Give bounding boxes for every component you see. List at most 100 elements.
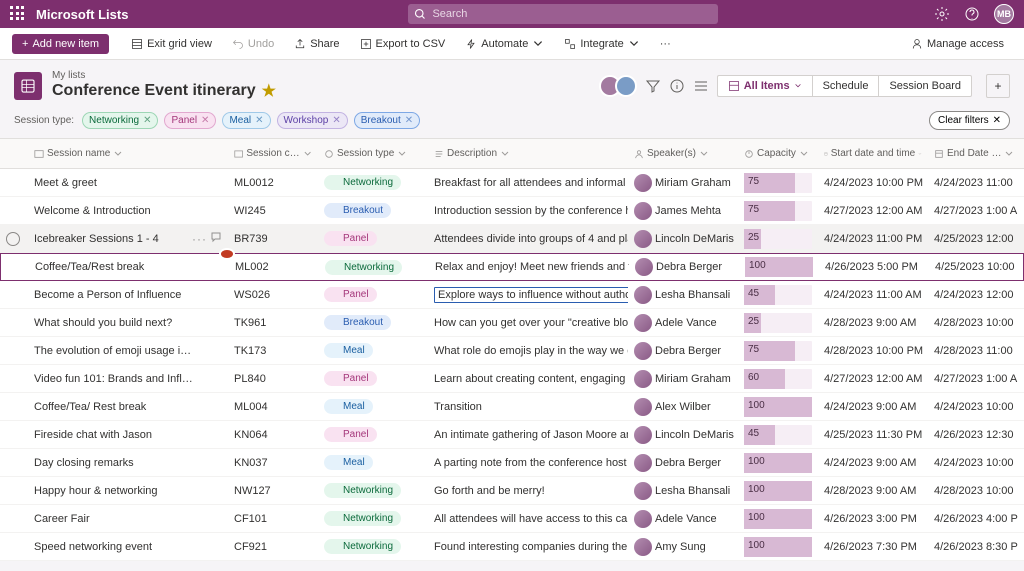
cell-end-date[interactable]: 4/26/2023 8:30 P [928, 541, 1024, 553]
capacity-bar[interactable]: 75 [744, 173, 812, 193]
cell-end-date[interactable]: 4/24/2023 12:00 [928, 289, 1024, 301]
view-session-board[interactable]: Session Board [878, 75, 972, 97]
cell-session-code[interactable]: WI245 [228, 205, 318, 217]
cell-speaker[interactable]: Lincoln DeMaris [655, 233, 734, 245]
cell-session-code[interactable]: TK173 [228, 345, 318, 357]
view-schedule[interactable]: Schedule [812, 75, 879, 97]
cell-description[interactable]: Learn about creating content, engaging f… [428, 373, 628, 385]
close-icon[interactable]: ✕ [201, 115, 209, 126]
cell-session-code[interactable]: ML004 [228, 401, 318, 413]
cell-speaker[interactable]: Lesha Bhansali [655, 485, 730, 497]
cell-speaker[interactable]: Alex Wilber [655, 401, 711, 413]
cell-session-code[interactable]: KN037 [228, 457, 318, 469]
cell-description[interactable]: Go forth and be merry! [428, 485, 628, 497]
session-type-pill[interactable]: Panel [324, 427, 377, 442]
capacity-bar[interactable]: 100 [744, 453, 812, 473]
cell-speaker[interactable]: Amy Sung [655, 541, 706, 553]
cell-description[interactable]: What role do emojis play in the way we e… [428, 345, 628, 357]
cell-description[interactable]: Explore ways to influence without author… [428, 287, 628, 303]
cell-speaker[interactable]: Debra Berger [656, 261, 722, 273]
cell-description[interactable]: All attendees will have access to this c… [428, 513, 628, 525]
col-description[interactable]: Description [428, 148, 628, 159]
cell-end-date[interactable]: 4/26/2023 12:30 [928, 429, 1024, 441]
help-icon[interactable] [964, 6, 980, 22]
table-row[interactable]: Meet & greetML0012NetworkingBreakfast fo… [0, 169, 1024, 197]
session-type-pill[interactable]: Panel [324, 231, 377, 246]
cell-end-date[interactable]: 4/24/2023 10:00 [928, 401, 1024, 413]
cell-description[interactable]: A parting note from the conference host … [428, 457, 628, 469]
cell-start-date[interactable]: 4/25/2023 11:30 PM [818, 429, 928, 441]
cell-description[interactable]: Introduction session by the conference h… [428, 205, 628, 217]
cell-speaker[interactable]: Miriam Graham [655, 177, 731, 189]
cell-session-code[interactable]: WS026 [228, 289, 318, 301]
cell-session-name[interactable]: Coffee/Tea/Rest break [35, 261, 144, 273]
overflow-button[interactable]: ··· [652, 34, 679, 54]
capacity-bar[interactable]: 60 [744, 369, 812, 389]
cell-end-date[interactable]: 4/26/2023 4:00 P [928, 513, 1024, 525]
cell-start-date[interactable]: 4/26/2023 5:00 PM [819, 261, 929, 273]
close-icon[interactable]: ✕ [255, 115, 263, 126]
cell-start-date[interactable]: 4/26/2023 7:30 PM [818, 541, 928, 553]
cell-start-date[interactable]: 4/26/2023 3:00 PM [818, 513, 928, 525]
cell-session-name[interactable]: Career Fair [34, 513, 90, 525]
capacity-bar[interactable]: 100 [744, 481, 812, 501]
table-row[interactable]: Speed networking eventCF921NetworkingFou… [0, 533, 1024, 561]
session-type-pill[interactable]: Networking [324, 539, 401, 554]
add-new-item-button[interactable]: +Add new item [12, 34, 109, 54]
cell-session-code[interactable]: ML0012 [228, 177, 318, 189]
cell-session-name[interactable]: Become a Person of Influence [34, 289, 181, 301]
table-row[interactable]: Become a Person of InfluenceWS026PanelEx… [0, 281, 1024, 309]
cell-session-name[interactable]: Welcome & Introduction [34, 205, 151, 217]
table-row[interactable]: What should you build next?TK961Breakout… [0, 309, 1024, 337]
cell-description[interactable]: Relax and enjoy! Meet new friends and ta… [429, 261, 629, 273]
capacity-bar[interactable]: 100 [744, 397, 812, 417]
capacity-bar[interactable]: 75 [744, 201, 812, 221]
session-type-pill[interactable]: Breakout [324, 203, 391, 218]
cell-start-date[interactable]: 4/27/2023 12:00 AM [818, 373, 928, 385]
row-select-radio[interactable] [6, 232, 20, 246]
cell-session-code[interactable]: PL840 [228, 373, 318, 385]
cell-session-code[interactable]: BR739 [228, 233, 318, 245]
capacity-bar[interactable]: 25 [744, 229, 812, 249]
cell-description[interactable]: How can you get over your "creative bloc… [428, 317, 628, 329]
cell-end-date[interactable]: 4/27/2023 1:00 A [928, 205, 1024, 217]
table-row[interactable]: The evolution of emoji usage i…TK173Meal… [0, 337, 1024, 365]
capacity-bar[interactable]: 100 [745, 257, 813, 277]
session-type-pill[interactable]: Breakout [324, 315, 391, 330]
session-type-pill[interactable]: Meal [324, 455, 373, 470]
cell-speaker[interactable]: Miriam Graham [655, 373, 731, 385]
col-end[interactable]: End Date … [928, 148, 1024, 159]
cell-speaker[interactable]: Debra Berger [655, 345, 721, 357]
cell-description[interactable]: Breakfast for all attendees and informal… [428, 177, 628, 189]
comment-icon[interactable] [210, 231, 222, 246]
filter-chip-breakout[interactable]: Breakout✕ [354, 112, 420, 129]
cell-session-name[interactable]: Coffee/Tea/ Rest break [34, 401, 146, 413]
cell-session-name[interactable]: Fireside chat with Jason [34, 429, 152, 441]
cell-session-code[interactable]: CF921 [228, 541, 318, 553]
cell-start-date[interactable]: 4/28/2023 9:00 AM [818, 317, 928, 329]
table-row[interactable]: Coffee/Tea/Rest break ML002 Networking Rela… [0, 253, 1024, 281]
list-view-icon[interactable] [693, 78, 709, 94]
cell-end-date[interactable]: 4/25/2023 12:00 [928, 233, 1024, 245]
cell-description[interactable]: Attendees divide into groups of 4 and pl… [428, 233, 628, 245]
search-input[interactable] [408, 4, 718, 24]
cell-start-date[interactable]: 4/24/2023 9:00 AM [818, 457, 928, 469]
cell-session-name[interactable]: Day closing remarks [34, 457, 134, 469]
session-type-pill[interactable]: Networking [325, 260, 402, 275]
cell-start-date[interactable]: 4/27/2023 12:00 AM [818, 205, 928, 217]
close-icon[interactable]: ✕ [405, 115, 413, 126]
automate-button[interactable]: Automate [457, 34, 552, 54]
cell-start-date[interactable]: 4/24/2023 10:00 PM [818, 177, 928, 189]
share-button[interactable]: Share [286, 34, 347, 54]
cell-end-date[interactable]: 4/28/2023 11:00 [928, 345, 1024, 357]
close-icon[interactable]: ✕ [332, 115, 340, 126]
cell-session-code[interactable]: KN064 [228, 429, 318, 441]
favorite-star-icon[interactable]: ★ [262, 81, 276, 101]
capacity-bar[interactable]: 25 [744, 313, 812, 333]
table-row[interactable]: Career FairCF101NetworkingAll attendees … [0, 505, 1024, 533]
session-type-pill[interactable]: Meal [324, 343, 373, 358]
table-row[interactable]: Coffee/Tea/ Rest breakML004MealTransitio… [0, 393, 1024, 421]
cell-start-date[interactable]: 4/24/2023 9:00 AM [818, 401, 928, 413]
cell-session-code[interactable]: ML002 [229, 261, 319, 273]
cell-speaker[interactable]: Debra Berger [655, 457, 721, 469]
